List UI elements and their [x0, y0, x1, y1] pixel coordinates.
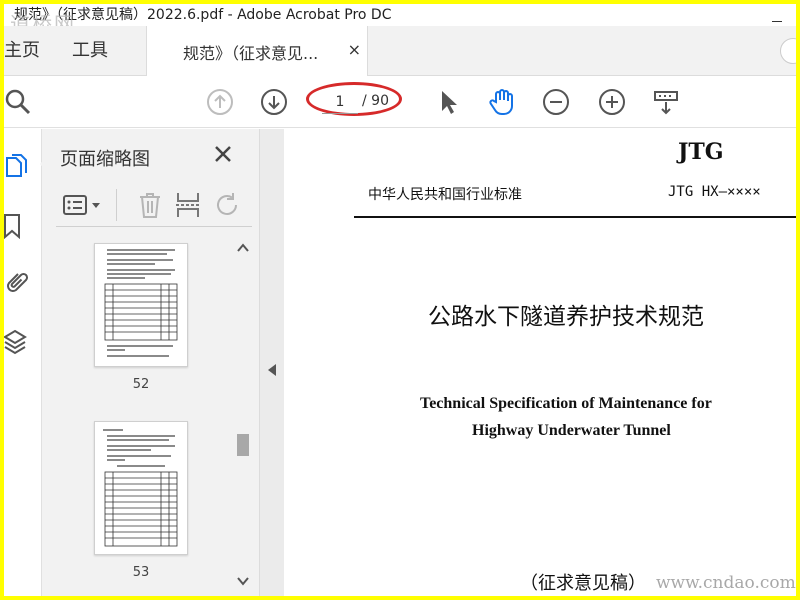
document-title-en-line1: Technical Specification of Maintenance f… [420, 395, 712, 412]
thumbnail-page-52[interactable] [94, 243, 188, 367]
search-icon[interactable] [4, 88, 32, 116]
document-title-cn: 公路水下隧道养护技术规范 [428, 304, 704, 330]
thumbnail-list: 52 53 [56, 237, 248, 596]
extract-pages-icon[interactable] [174, 191, 202, 219]
issuing-organization: 中华人民共和国行业标准 [368, 187, 522, 203]
minimize-button[interactable] [772, 6, 782, 22]
hand-tool-icon[interactable] [488, 88, 516, 116]
delete-pages-icon[interactable] [136, 191, 164, 219]
tab-document[interactable]: 规范》（征求意见... × [146, 26, 368, 76]
next-page-icon[interactable] [260, 88, 288, 116]
acrobat-window: 规范》（征求意见稿）2022.6.pdf - Adobe Acrobat Pro… [4, 4, 796, 596]
tab-tools[interactable]: 工具 [72, 36, 108, 62]
layers-icon[interactable] [4, 329, 30, 355]
panel-collapse-strip[interactable] [260, 129, 284, 596]
navigation-rail [4, 129, 48, 596]
site-watermark-url: www.cndao.com [656, 573, 796, 593]
scrollbar-thumb[interactable] [237, 434, 249, 456]
scroll-down-arrow-icon[interactable] [236, 574, 250, 588]
document-view[interactable]: JTG 中华人民共和国行业标准 JTG HX—×××× 公路水下隧道养护技术规范… [284, 129, 796, 596]
thumbnail-options-icon[interactable] [62, 191, 106, 219]
standard-series-code: JTG [678, 139, 724, 165]
attachments-icon[interactable] [4, 269, 30, 295]
page-navigator: / 90 [312, 90, 406, 114]
title-bar: 规范》（征求意见稿）2022.6.pdf - Adobe Acrobat Pro… [4, 4, 796, 26]
page-total-label: / 90 [362, 93, 389, 109]
zoom-out-icon[interactable] [542, 88, 570, 116]
main-toolbar: / 90 [4, 76, 796, 128]
zoom-in-icon[interactable] [598, 88, 626, 116]
select-cursor-icon[interactable] [434, 88, 462, 116]
rotate-page-icon[interactable] [214, 191, 242, 219]
tab-document-label: 规范》（征求意见... [183, 44, 319, 63]
toolbar-divider [116, 189, 117, 221]
thumbnail-panel: 页面缩略图 52 53 [42, 129, 260, 596]
page-number-input[interactable] [322, 90, 358, 114]
header-rule [354, 216, 796, 218]
standard-number: JTG HX—×××× [668, 184, 761, 200]
prev-page-icon[interactable] [206, 88, 234, 116]
panel-toolbar [56, 187, 252, 227]
tab-bar: 主页 工具 规范》（征求意见... × [4, 26, 796, 76]
document-title-en-line2: Highway Underwater Tunnel [472, 422, 671, 439]
collapse-arrow-icon[interactable] [267, 363, 277, 377]
tab-home[interactable]: 主页 [4, 36, 40, 62]
thumbnail-page-53[interactable] [94, 421, 188, 555]
thumbnail-scrollbar[interactable] [234, 237, 252, 596]
panel-title: 页面缩略图 [60, 149, 150, 170]
thumbnail-label-52: 52 [132, 377, 150, 392]
bookmarks-icon[interactable] [4, 213, 30, 239]
thumbnail-label-53: 53 [132, 565, 150, 580]
tab-close-button[interactable]: × [348, 40, 361, 59]
panel-close-icon[interactable] [212, 143, 234, 165]
draft-note: （征求意见稿） [520, 573, 646, 594]
page-thumbnails-icon[interactable] [4, 153, 30, 179]
scroll-up-arrow-icon[interactable] [236, 241, 250, 255]
help-icon[interactable] [780, 38, 796, 64]
scroll-mode-icon[interactable] [652, 88, 680, 116]
